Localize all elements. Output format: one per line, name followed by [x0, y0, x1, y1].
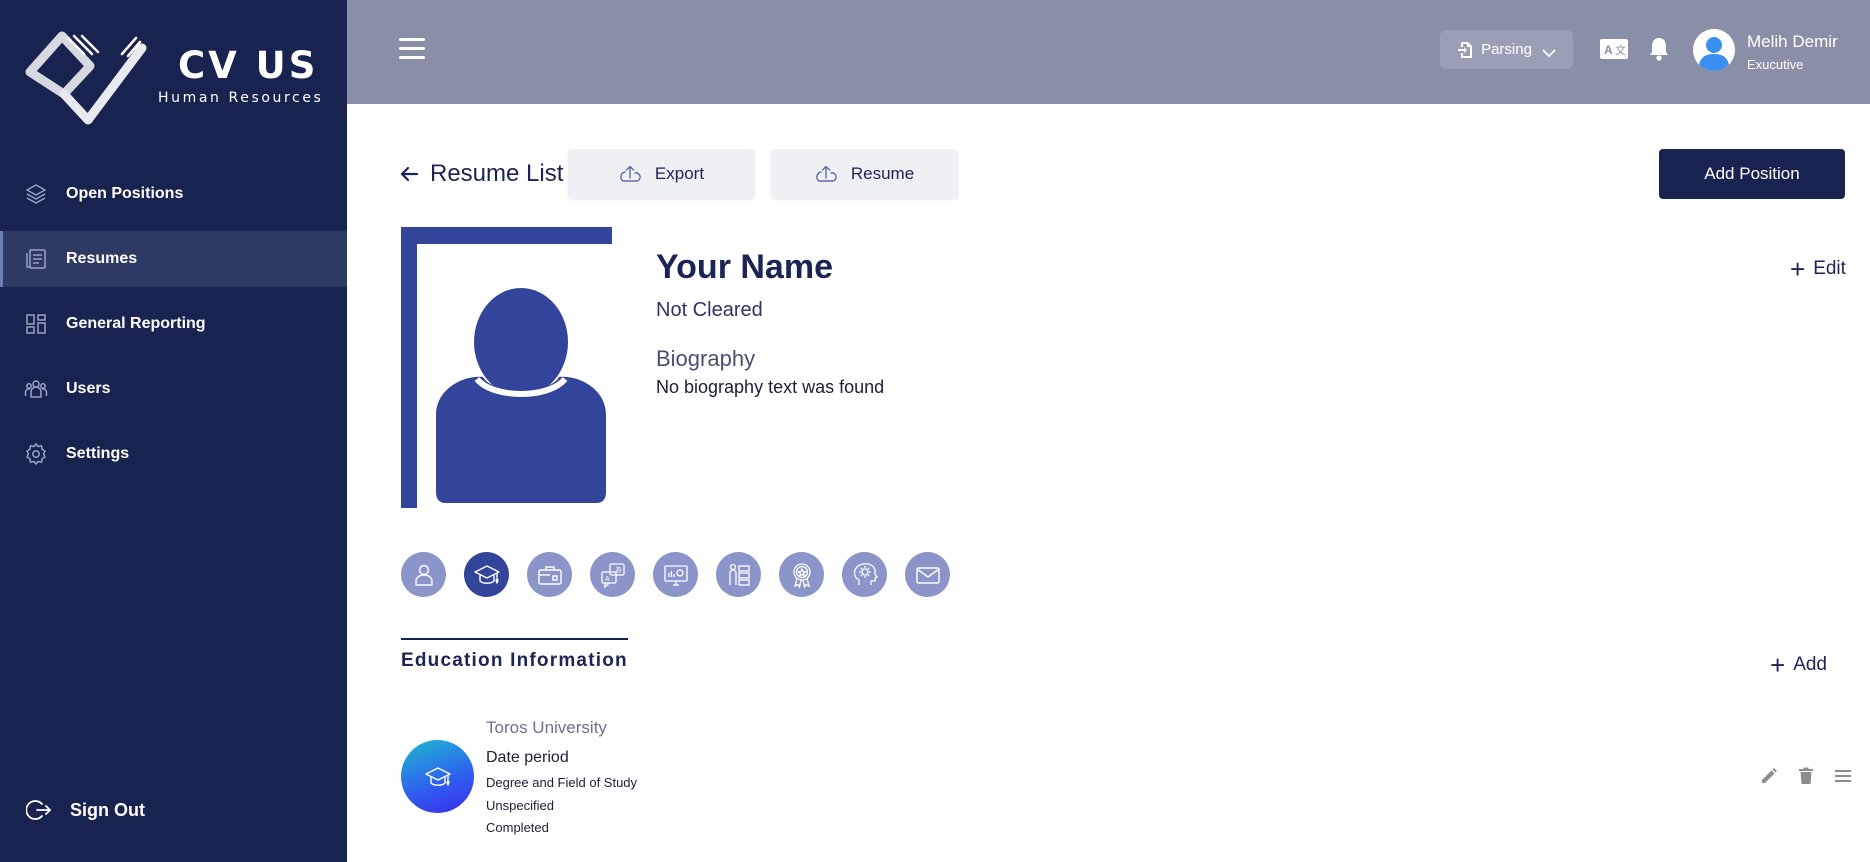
users-icon: [24, 377, 48, 401]
tab-languages[interactable]: Aあ: [590, 552, 635, 597]
upload-cloud-icon: [815, 163, 837, 185]
briefcase-icon: [537, 565, 562, 585]
sidebar-item-label: Users: [66, 380, 111, 397]
sidebar-item-label: Open Positions: [66, 185, 184, 202]
sidebar-item-label: Settings: [66, 445, 130, 462]
education-entry-icon: [401, 740, 474, 813]
graduation-cap-icon: [473, 564, 500, 584]
tab-competencies[interactable]: [842, 552, 887, 597]
add-position-button[interactable]: Add Position: [1659, 149, 1845, 199]
education-section-title: Education Information: [401, 650, 628, 671]
layers-icon: [24, 182, 48, 206]
back-label: Resume List: [430, 160, 564, 187]
back-to-resume-list-link[interactable]: Resume List: [400, 160, 563, 188]
parsing-dropdown[interactable]: Parsing: [1440, 30, 1573, 69]
edit-label: Edit: [1813, 258, 1846, 279]
svg-text:あ: あ: [615, 566, 622, 574]
sign-out-label: Sign Out: [70, 799, 145, 820]
add-label: Add: [1793, 654, 1827, 675]
profile-photo[interactable]: [401, 227, 612, 508]
mail-icon: [915, 566, 940, 584]
svg-text:A: A: [605, 576, 610, 583]
biography-heading: Biography: [656, 346, 756, 371]
section-tabs: Aあ: [401, 552, 968, 597]
svg-text:A: A: [1604, 43, 1613, 57]
skills-list-icon: [728, 563, 750, 586]
computer-icon: [663, 564, 688, 586]
sidebar-item-settings[interactable]: Settings: [0, 426, 347, 482]
sidebar-item-resumes[interactable]: Resumes: [0, 231, 347, 287]
award-icon: [792, 562, 811, 589]
sidebar-item-label: Resumes: [66, 250, 138, 267]
grid-icon: [24, 312, 48, 336]
tab-skills[interactable]: [716, 552, 761, 597]
export-label: Export: [654, 164, 705, 183]
plus-icon: +: [1770, 650, 1786, 680]
chevron-down-icon: [1542, 45, 1556, 58]
sign-out-button[interactable]: Sign Out: [25, 797, 145, 823]
education-row-actions: [1743, 765, 1854, 787]
candidate-name: Your Name: [656, 248, 833, 286]
resume-button[interactable]: Resume: [771, 149, 958, 199]
sidebar: CV US Human Resources Open Positions Res…: [0, 0, 347, 862]
sidebar-item-general-reporting[interactable]: General Reporting: [0, 296, 347, 352]
sidebar-item-label: General Reporting: [66, 315, 206, 332]
tab-certificates[interactable]: [779, 552, 824, 597]
sidebar-item-users[interactable]: Users: [0, 361, 347, 417]
tab-computer-skills[interactable]: [653, 552, 698, 597]
svg-text:文: 文: [1615, 43, 1626, 57]
upload-cloud-icon: [619, 163, 641, 185]
tab-personal-info[interactable]: [401, 552, 446, 597]
top-bar: Parsing A 文 Melih Demir Exucutive: [347, 0, 1870, 104]
export-button[interactable]: Export: [568, 149, 755, 199]
education-status: Completed: [486, 820, 549, 835]
tab-education[interactable]: [464, 552, 509, 597]
pencil-icon[interactable]: [1758, 765, 1780, 787]
user-avatar[interactable]: [1693, 29, 1735, 71]
person-icon: [414, 564, 433, 586]
resumes-icon: [24, 247, 48, 271]
brain-gear-icon: [853, 562, 878, 585]
tab-contact[interactable]: [905, 552, 950, 597]
notification-bell-icon[interactable]: [1647, 36, 1671, 62]
education-school: Toros University: [486, 718, 607, 737]
section-underline: [401, 638, 628, 640]
document-import-icon: [1457, 41, 1473, 59]
education-date: Date period: [486, 749, 569, 766]
arrow-left-icon: [400, 166, 419, 182]
drag-handle-icon[interactable]: [1832, 765, 1854, 787]
gear-icon: [24, 442, 48, 466]
sign-out-icon: [25, 797, 52, 823]
user-role: Exucutive: [1747, 57, 1804, 72]
parsing-label: Parsing: [1481, 41, 1532, 58]
plus-icon: +: [1790, 254, 1806, 284]
education-degree: Degree and Field of Study: [486, 775, 638, 790]
user-name: Melih Demir: [1747, 32, 1838, 51]
sidebar-nav: Open Positions Resumes General Reporting: [0, 166, 347, 491]
languages-icon: Aあ: [600, 562, 625, 589]
brand-title: CV US: [178, 44, 319, 87]
edit-profile-button[interactable]: + Edit: [1790, 256, 1846, 282]
education-field: Unspecified: [486, 798, 554, 813]
sidebar-item-open-positions[interactable]: Open Positions: [0, 166, 347, 222]
language-icon[interactable]: A 文: [1599, 38, 1629, 60]
graduation-cap-icon: [424, 766, 451, 786]
brand-subtitle: Human Resources: [158, 90, 324, 106]
trash-icon[interactable]: [1795, 765, 1817, 787]
add-education-button[interactable]: + Add: [1770, 652, 1827, 678]
menu-toggle-icon[interactable]: [399, 38, 425, 60]
resume-label: Resume: [850, 164, 915, 183]
clearance-status: Not Cleared: [656, 299, 763, 321]
tab-experience[interactable]: [527, 552, 572, 597]
biography-text: No biography text was found: [656, 377, 885, 397]
